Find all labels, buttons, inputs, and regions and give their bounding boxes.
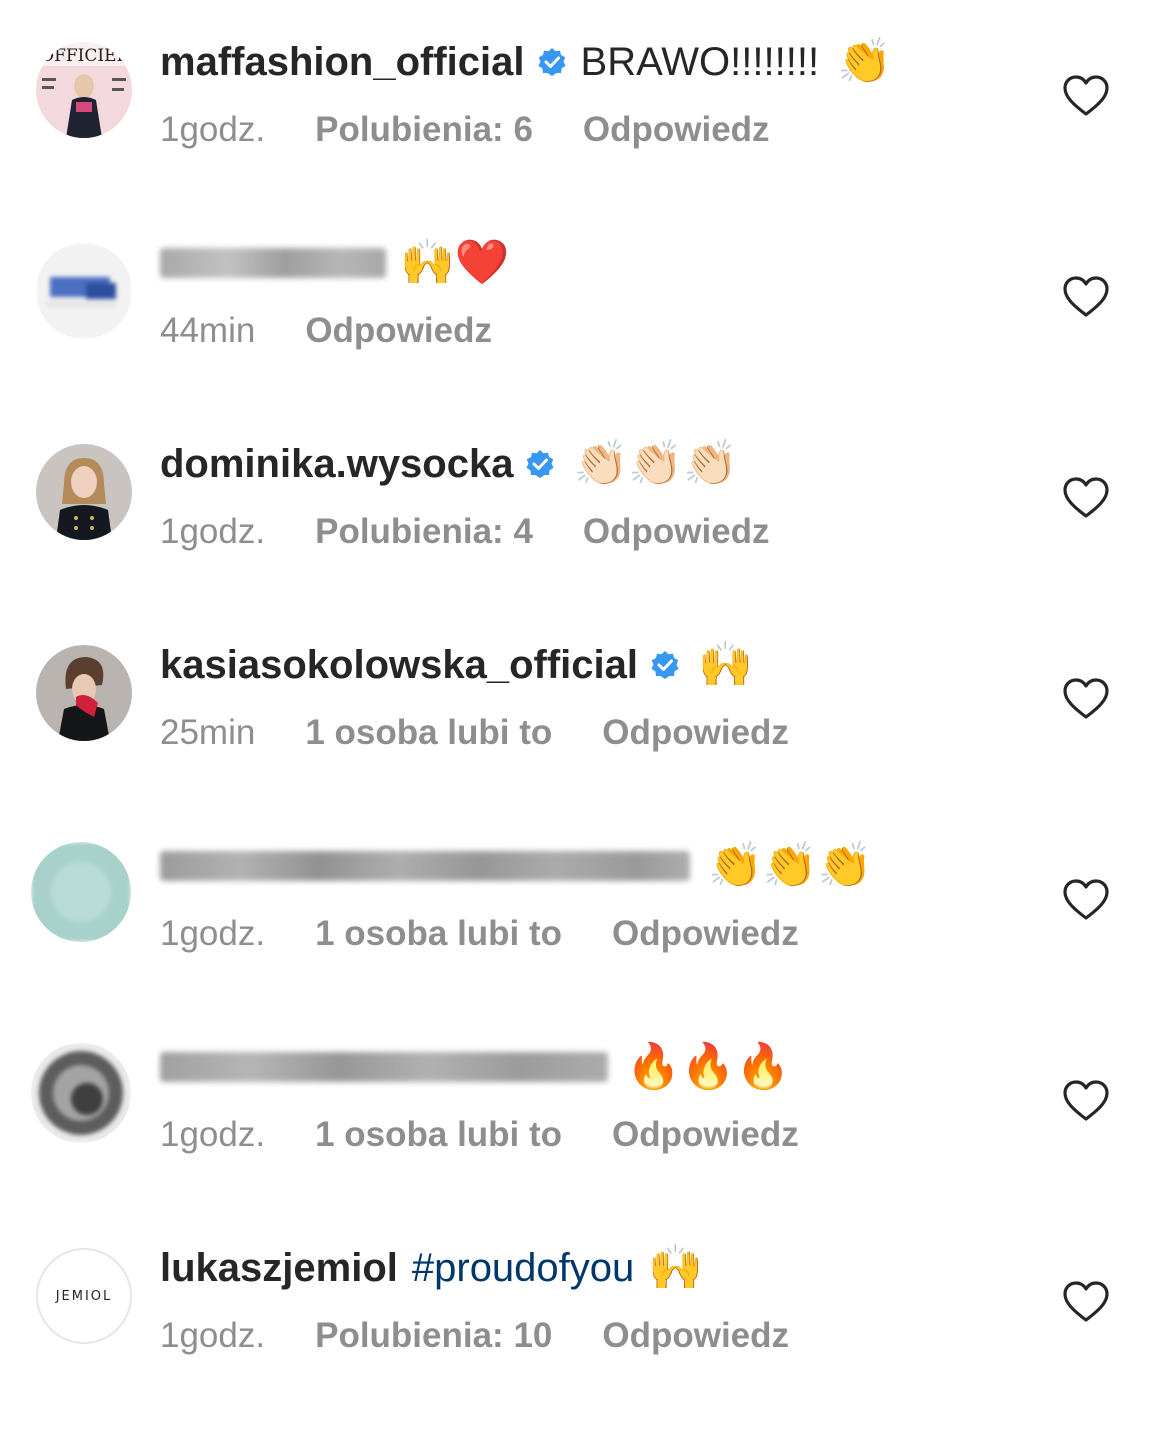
heart-icon[interactable]	[1062, 275, 1110, 319]
avatar[interactable]	[31, 842, 131, 942]
comment-time[interactable]: 44min	[160, 311, 255, 351]
comment-emoji: 👏	[837, 37, 892, 86]
likes-count[interactable]: Polubienia: 6	[315, 110, 533, 150]
likes-count[interactable]: 1 osoba lubi to	[305, 713, 552, 753]
heart-icon[interactable]	[1062, 677, 1110, 721]
heart-icon[interactable]	[1062, 878, 1110, 922]
comment-item: JEMIOL lukaszjemiol #proudofyou 🙌 1godz.…	[0, 1238, 1168, 1438]
comment-first-line: maffashion_official BRAWO!!!!!!!! 👏	[160, 32, 892, 92]
reply-button[interactable]: Odpowiedz	[583, 110, 770, 150]
heart-icon[interactable]	[1062, 1079, 1110, 1123]
comment-first-line: 👏👏👏	[160, 836, 872, 896]
username[interactable]: kasiasokolowska_official	[160, 635, 638, 695]
comment-emoji: 🙌	[648, 1243, 704, 1292]
comment-item: dominika.wysocka 👏🏻👏🏻👏🏻 1godz. Polubieni…	[0, 434, 1168, 634]
comment-time[interactable]: 1godz.	[160, 914, 265, 954]
comment-meta: 1godz. Polubienia: 4 Odpowiedz	[160, 502, 770, 562]
heart-icon[interactable]	[1062, 476, 1110, 520]
verified-badge-icon	[537, 47, 567, 77]
svg-text:OFFICIEL: OFFICIEL	[40, 46, 128, 66]
avatar-logo-text: JEMIOL	[55, 1288, 113, 1304]
avatar[interactable]	[36, 444, 132, 540]
comment-emoji: 🔥🔥🔥	[626, 1042, 791, 1091]
likes-count[interactable]: Polubienia: 10	[315, 1316, 552, 1356]
reply-button[interactable]: Odpowiedz	[602, 1316, 789, 1356]
avatar[interactable]	[36, 243, 132, 339]
comment-item: OFFICIEL maffashion_official BRAWO!!!!!!…	[0, 32, 1168, 232]
reply-button[interactable]: Odpowiedz	[583, 512, 770, 552]
reply-button[interactable]: Odpowiedz	[612, 914, 799, 954]
comment-meta: 44min Odpowiedz	[160, 301, 492, 361]
comment-first-line: 🙌❤️	[160, 233, 510, 293]
comment-meta: 1godz. 1 osoba lubi to Odpowiedz	[160, 904, 799, 964]
blurred-username[interactable]	[160, 851, 690, 881]
comment-first-line: kasiasokolowska_official 🙌	[160, 635, 753, 695]
likes-count[interactable]: 1 osoba lubi to	[315, 1115, 562, 1155]
reply-button[interactable]: Odpowiedz	[612, 1115, 799, 1155]
reply-button[interactable]: Odpowiedz	[602, 713, 789, 753]
verified-badge-icon	[525, 449, 555, 479]
comment-item: 🔥🔥🔥 1godz. 1 osoba lubi to Odpowiedz	[0, 1037, 1168, 1237]
comment-meta: 1godz. 1 osoba lubi to Odpowiedz	[160, 1105, 799, 1165]
comment-first-line: dominika.wysocka 👏🏻👏🏻👏🏻	[160, 434, 738, 494]
comment-item: 🙌❤️ 44min Odpowiedz	[0, 233, 1168, 433]
username[interactable]: dominika.wysocka	[160, 434, 513, 494]
heart-icon[interactable]	[1062, 74, 1110, 118]
blurred-username[interactable]	[160, 1052, 608, 1082]
avatar[interactable]: JEMIOL	[36, 1248, 132, 1344]
likes-count[interactable]: Polubienia: 4	[315, 512, 533, 552]
hashtag-link[interactable]: #proudofyou	[412, 1238, 634, 1298]
comment-emoji: 👏🏻👏🏻👏🏻	[573, 439, 738, 488]
avatar[interactable]	[36, 645, 132, 741]
blurred-username[interactable]	[160, 248, 386, 278]
comment-text: BRAWO!!!!!!!!	[580, 40, 820, 84]
comment-time[interactable]: 1godz.	[160, 1115, 265, 1155]
comment-item: kasiasokolowska_official 🙌 25min 1 osoba…	[0, 635, 1168, 835]
reply-button[interactable]: Odpowiedz	[305, 311, 492, 351]
heart-icon[interactable]	[1062, 1280, 1110, 1324]
comment-meta: 25min 1 osoba lubi to Odpowiedz	[160, 703, 789, 763]
comment-meta: 1godz. Polubienia: 10 Odpowiedz	[160, 1306, 789, 1366]
comment-meta: 1godz. Polubienia: 6 Odpowiedz	[160, 100, 770, 160]
comment-item: 👏👏👏 1godz. 1 osoba lubi to Odpowiedz	[0, 836, 1168, 1036]
comment-first-line: lukaszjemiol #proudofyou 🙌	[160, 1238, 703, 1298]
comment-time[interactable]: 1godz.	[160, 110, 265, 150]
comment-first-line: 🔥🔥🔥	[160, 1037, 790, 1097]
username[interactable]: lukaszjemiol	[160, 1238, 398, 1298]
comment-time[interactable]: 25min	[160, 713, 255, 753]
username[interactable]: maffashion_official	[160, 32, 525, 92]
avatar[interactable]: OFFICIEL	[36, 42, 132, 138]
comment-emoji: 🙌	[698, 640, 753, 689]
comment-time[interactable]: 1godz.	[160, 512, 265, 552]
comment-emoji: 🙌❤️	[400, 238, 510, 287]
comment-emoji: 👏👏👏	[708, 841, 873, 890]
comment-time[interactable]: 1godz.	[160, 1316, 265, 1356]
likes-count[interactable]: 1 osoba lubi to	[315, 914, 562, 954]
avatar[interactable]	[31, 1043, 131, 1143]
verified-badge-icon	[650, 650, 680, 680]
